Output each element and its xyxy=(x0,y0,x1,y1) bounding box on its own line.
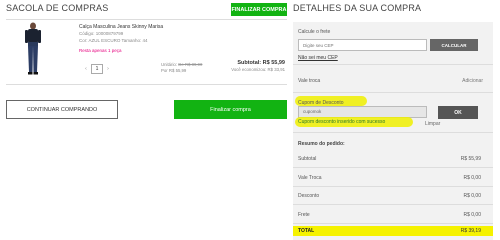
divider xyxy=(293,167,493,168)
product-attributes: Cor: AZUL ESCURO Tamanho: 44 xyxy=(79,38,148,43)
shopping-bag: SACOLA DE COMPRAS FINALIZAR COMPRA Calça… xyxy=(0,0,289,240)
row-value: R$ 55,99 xyxy=(460,156,481,162)
coupon-ok-button[interactable]: OK xyxy=(438,106,478,119)
decrease-qty-icon[interactable]: ‹ xyxy=(81,66,91,72)
stock-note: Resta apenas 1 peça xyxy=(79,48,122,53)
no-cep-link[interactable]: Não sei meu CEP xyxy=(298,55,338,61)
divider xyxy=(293,132,493,133)
product-image[interactable] xyxy=(20,22,46,76)
total-row: TOTAL R$ 39,19 xyxy=(293,226,493,236)
total-value: R$ 39,19 xyxy=(460,228,481,234)
divider xyxy=(293,204,493,205)
coupon-success-message: Cupom desconto inserido com sucesso xyxy=(298,119,386,125)
row-label: Subtotal xyxy=(298,156,317,162)
row-label: Vale Troca xyxy=(298,175,322,181)
bag-header: SACOLA DE COMPRAS FINALIZAR COMPRA xyxy=(6,3,287,17)
divider xyxy=(293,186,493,187)
unit-new-price: Por R$ 55,99 xyxy=(161,67,187,73)
row-value: R$ 0,00 xyxy=(463,212,481,218)
quantity-input[interactable]: 1 xyxy=(91,64,103,74)
summary-row-vale-troca: Vale Troca R$ 0,00 xyxy=(298,175,481,185)
divider xyxy=(6,84,287,85)
details-title: DETALHES DA SUA COMPRA xyxy=(293,3,422,13)
summary-row-subtotal: Subtotal R$ 55,99 xyxy=(298,156,481,166)
continue-shopping-button[interactable]: CONTINUAR COMPRANDO xyxy=(6,100,118,119)
divider xyxy=(293,64,493,65)
item-subtotal: Subtotal: R$ 55,99 Você economizou: R$ 3… xyxy=(231,60,285,72)
divider xyxy=(293,92,493,93)
unit-price-label: Unitário: xyxy=(161,62,178,67)
row-value: R$ 0,00 xyxy=(463,193,481,199)
product-code: Código: 10000879799 xyxy=(79,31,124,36)
summary-panel: Calcule o frete CALCULAR Não sei meu CEP… xyxy=(293,22,493,240)
unit-old-price: De R$ 89,90 xyxy=(178,62,203,67)
subtotal-value: Subtotal: R$ 55,99 xyxy=(237,60,285,66)
increase-qty-icon[interactable]: › xyxy=(103,66,113,72)
finalize-purchase-button[interactable]: Finalizar compra xyxy=(174,100,287,119)
row-label: Desconto xyxy=(298,193,320,199)
product-name[interactable]: Calça Masculina Jeans Skinny Marisa xyxy=(79,24,163,30)
vale-troca-add-link[interactable]: Adicionar xyxy=(462,78,483,84)
calculate-shipping-button[interactable]: CALCULAR xyxy=(430,39,478,51)
bag-item: Calça Masculina Jeans Skinny Marisa Códi… xyxy=(6,20,287,80)
shipping-label: Calcule o frete xyxy=(298,29,331,35)
quantity-stepper: ‹ 1 › xyxy=(81,64,113,74)
row-label: Frete xyxy=(298,212,310,218)
row-value: R$ 0,00 xyxy=(463,175,481,181)
summary-row-discount: Desconto R$ 0,00 xyxy=(298,193,481,203)
total-label: TOTAL xyxy=(298,228,315,234)
cep-input[interactable] xyxy=(298,39,427,51)
summary-row-shipping: Frete R$ 0,00 xyxy=(298,212,481,222)
divider xyxy=(293,223,493,224)
purchase-details: DETALHES DA SUA COMPRA Calcule o frete C… xyxy=(293,0,500,240)
bag-title: SACOLA DE COMPRAS xyxy=(6,3,109,13)
finalize-top-button[interactable]: FINALIZAR COMPRA xyxy=(231,3,287,16)
unit-price: Unitário: De R$ 89,90 Por R$ 55,99 xyxy=(161,62,202,73)
vale-troca-label: Vale troca xyxy=(298,78,321,84)
clear-coupon-link[interactable]: Limpar xyxy=(425,121,440,127)
savings-value: Você economizou: R$ 33,91 xyxy=(231,67,285,72)
order-summary-title: Resumo do pedido: xyxy=(298,141,345,147)
